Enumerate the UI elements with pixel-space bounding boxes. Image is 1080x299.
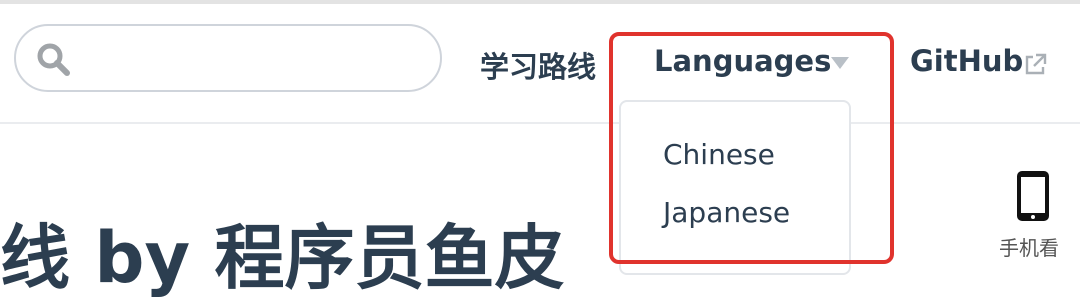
caret-down-icon[interactable] xyxy=(831,57,849,69)
nav-dropdown-languages[interactable]: Languages xyxy=(654,44,831,78)
mobile-view-label[interactable]: 手机看 xyxy=(999,232,1059,261)
nav-link-github[interactable]: GitHub xyxy=(910,44,1023,78)
phone-icon[interactable] xyxy=(1015,169,1051,223)
search-input[interactable] xyxy=(90,38,424,80)
dropdown-item-chinese[interactable]: Chinese xyxy=(663,138,775,171)
external-link-icon xyxy=(1025,53,1047,75)
dropdown-item-japanese[interactable]: Japanese xyxy=(663,196,790,229)
nav-link-learning-path[interactable]: 学习路线 xyxy=(480,44,596,86)
languages-dropdown-menu: Chinese Japanese xyxy=(619,100,851,275)
search-icon[interactable] xyxy=(36,42,72,78)
page-title: 线 by 程序员鱼皮 xyxy=(0,216,565,299)
